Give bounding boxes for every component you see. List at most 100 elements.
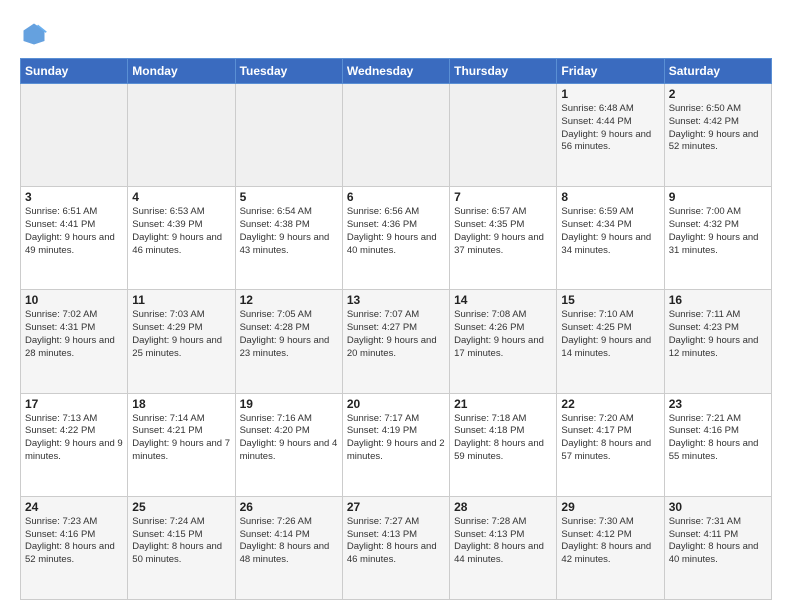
day-number: 27: [347, 500, 445, 514]
day-number: 15: [561, 293, 659, 307]
day-info: Sunrise: 7:11 AM Sunset: 4:23 PM Dayligh…: [669, 309, 767, 360]
header-sunday: Sunday: [21, 59, 128, 84]
calendar-cell: 3 Sunrise: 6:51 AM Sunset: 4:41 PM Daylig…: [21, 187, 128, 290]
logo: [20, 20, 52, 48]
day-number: 26: [240, 500, 338, 514]
week-row-0: 1 Sunrise: 6:48 AM Sunset: 4:44 PM Daylig…: [21, 84, 772, 187]
calendar-cell: 25 Sunrise: 7:24 AM Sunset: 4:15 PM Dayli…: [128, 496, 235, 599]
header-tuesday: Tuesday: [235, 59, 342, 84]
day-number: 17: [25, 397, 123, 411]
header-thursday: Thursday: [450, 59, 557, 84]
calendar-cell: 18 Sunrise: 7:14 AM Sunset: 4:21 PM Dayli…: [128, 393, 235, 496]
calendar-cell: 14 Sunrise: 7:08 AM Sunset: 4:26 PM Dayli…: [450, 290, 557, 393]
day-info: Sunrise: 7:23 AM Sunset: 4:16 PM Dayligh…: [25, 516, 123, 567]
day-number: 12: [240, 293, 338, 307]
calendar-cell: 30Sunrise: 7:31 AM Sunset: 4:11 PM Dayli…: [664, 496, 771, 599]
calendar-cell: 10Sunrise: 7:02 AM Sunset: 4:31 PM Dayli…: [21, 290, 128, 393]
calendar-cell: 20 Sunrise: 7:17 AM Sunset: 4:19 PM Dayli…: [342, 393, 449, 496]
day-number: 13: [347, 293, 445, 307]
day-info: Sunrise: 7:26 AM Sunset: 4:14 PM Dayligh…: [240, 516, 338, 567]
header-saturday: Saturday: [664, 59, 771, 84]
logo-icon: [20, 20, 48, 48]
calendar-cell: 22 Sunrise: 7:20 AM Sunset: 4:17 PM Dayli…: [557, 393, 664, 496]
day-number: 7: [454, 190, 552, 204]
day-info: Sunrise: 7:30 AM Sunset: 4:12 PM Dayligh…: [561, 516, 659, 567]
day-number: 20: [347, 397, 445, 411]
calendar-cell: [342, 84, 449, 187]
day-info: Sunrise: 6:56 AM Sunset: 4:36 PM Dayligh…: [347, 206, 445, 257]
day-info: Sunrise: 7:14 AM Sunset: 4:21 PM Dayligh…: [132, 413, 230, 464]
week-row-2: 10Sunrise: 7:02 AM Sunset: 4:31 PM Dayli…: [21, 290, 772, 393]
day-number: 30: [669, 500, 767, 514]
day-number: 5: [240, 190, 338, 204]
day-number: 24: [25, 500, 123, 514]
day-info: Sunrise: 7:00 AM Sunset: 4:32 PM Dayligh…: [669, 206, 767, 257]
day-info: Sunrise: 6:48 AM Sunset: 4:44 PM Dayligh…: [561, 103, 659, 154]
calendar-cell: 16 Sunrise: 7:11 AM Sunset: 4:23 PM Dayli…: [664, 290, 771, 393]
day-number: 28: [454, 500, 552, 514]
day-info: Sunrise: 6:53 AM Sunset: 4:39 PM Dayligh…: [132, 206, 230, 257]
day-info: Sunrise: 7:07 AM Sunset: 4:27 PM Dayligh…: [347, 309, 445, 360]
calendar-cell: 13 Sunrise: 7:07 AM Sunset: 4:27 PM Dayli…: [342, 290, 449, 393]
day-number: 29: [561, 500, 659, 514]
calendar-cell: 24 Sunrise: 7:23 AM Sunset: 4:16 PM Dayli…: [21, 496, 128, 599]
day-number: 21: [454, 397, 552, 411]
calendar-cell: 6 Sunrise: 6:56 AM Sunset: 4:36 PM Daylig…: [342, 187, 449, 290]
day-number: 11: [132, 293, 230, 307]
calendar-cell: 1 Sunrise: 6:48 AM Sunset: 4:44 PM Daylig…: [557, 84, 664, 187]
day-number: 6: [347, 190, 445, 204]
day-number: 25: [132, 500, 230, 514]
header-monday: Monday: [128, 59, 235, 84]
day-info: Sunrise: 7:24 AM Sunset: 4:15 PM Dayligh…: [132, 516, 230, 567]
calendar-cell: [450, 84, 557, 187]
day-number: 1: [561, 87, 659, 101]
calendar-cell: 11Sunrise: 7:03 AM Sunset: 4:29 PM Dayli…: [128, 290, 235, 393]
day-info: Sunrise: 7:02 AM Sunset: 4:31 PM Dayligh…: [25, 309, 123, 360]
day-number: 14: [454, 293, 552, 307]
calendar-cell: 23Sunrise: 7:21 AM Sunset: 4:16 PM Dayli…: [664, 393, 771, 496]
day-number: 3: [25, 190, 123, 204]
day-info: Sunrise: 7:20 AM Sunset: 4:17 PM Dayligh…: [561, 413, 659, 464]
day-number: 2: [669, 87, 767, 101]
calendar-cell: 19 Sunrise: 7:16 AM Sunset: 4:20 PM Dayli…: [235, 393, 342, 496]
day-number: 9: [669, 190, 767, 204]
calendar-cell: [128, 84, 235, 187]
week-row-3: 17Sunrise: 7:13 AM Sunset: 4:22 PM Dayli…: [21, 393, 772, 496]
calendar-cell: 8Sunrise: 6:59 AM Sunset: 4:34 PM Daylig…: [557, 187, 664, 290]
day-number: 4: [132, 190, 230, 204]
calendar-cell: 9 Sunrise: 7:00 AM Sunset: 4:32 PM Daylig…: [664, 187, 771, 290]
calendar-cell: [235, 84, 342, 187]
page: SundayMondayTuesdayWednesdayThursdayFrid…: [0, 0, 792, 612]
day-info: Sunrise: 7:05 AM Sunset: 4:28 PM Dayligh…: [240, 309, 338, 360]
day-number: 18: [132, 397, 230, 411]
day-number: 19: [240, 397, 338, 411]
calendar-cell: 29 Sunrise: 7:30 AM Sunset: 4:12 PM Dayli…: [557, 496, 664, 599]
week-row-1: 3 Sunrise: 6:51 AM Sunset: 4:41 PM Daylig…: [21, 187, 772, 290]
day-number: 16: [669, 293, 767, 307]
day-info: Sunrise: 6:54 AM Sunset: 4:38 PM Dayligh…: [240, 206, 338, 257]
calendar-cell: 5 Sunrise: 6:54 AM Sunset: 4:38 PM Daylig…: [235, 187, 342, 290]
header-wednesday: Wednesday: [342, 59, 449, 84]
day-info: Sunrise: 7:17 AM Sunset: 4:19 PM Dayligh…: [347, 413, 445, 464]
day-info: Sunrise: 6:51 AM Sunset: 4:41 PM Dayligh…: [25, 206, 123, 257]
calendar-body: 1 Sunrise: 6:48 AM Sunset: 4:44 PM Daylig…: [21, 84, 772, 600]
day-info: Sunrise: 6:57 AM Sunset: 4:35 PM Dayligh…: [454, 206, 552, 257]
calendar-cell: 26 Sunrise: 7:26 AM Sunset: 4:14 PM Dayli…: [235, 496, 342, 599]
week-row-4: 24 Sunrise: 7:23 AM Sunset: 4:16 PM Dayli…: [21, 496, 772, 599]
calendar-table: SundayMondayTuesdayWednesdayThursdayFrid…: [20, 58, 772, 600]
day-info: Sunrise: 7:16 AM Sunset: 4:20 PM Dayligh…: [240, 413, 338, 464]
day-info: Sunrise: 7:27 AM Sunset: 4:13 PM Dayligh…: [347, 516, 445, 567]
day-info: Sunrise: 7:21 AM Sunset: 4:16 PM Dayligh…: [669, 413, 767, 464]
calendar-cell: 21 Sunrise: 7:18 AM Sunset: 4:18 PM Dayli…: [450, 393, 557, 496]
day-info: Sunrise: 7:18 AM Sunset: 4:18 PM Dayligh…: [454, 413, 552, 464]
calendar-cell: 27 Sunrise: 7:27 AM Sunset: 4:13 PM Dayli…: [342, 496, 449, 599]
calendar-cell: 12 Sunrise: 7:05 AM Sunset: 4:28 PM Dayli…: [235, 290, 342, 393]
header-friday: Friday: [557, 59, 664, 84]
day-info: Sunrise: 7:08 AM Sunset: 4:26 PM Dayligh…: [454, 309, 552, 360]
calendar-cell: 7 Sunrise: 6:57 AM Sunset: 4:35 PM Daylig…: [450, 187, 557, 290]
day-info: Sunrise: 6:59 AM Sunset: 4:34 PM Dayligh…: [561, 206, 659, 257]
day-info: Sunrise: 7:28 AM Sunset: 4:13 PM Dayligh…: [454, 516, 552, 567]
calendar-cell: 4 Sunrise: 6:53 AM Sunset: 4:39 PM Daylig…: [128, 187, 235, 290]
day-number: 22: [561, 397, 659, 411]
day-info: Sunrise: 6:50 AM Sunset: 4:42 PM Dayligh…: [669, 103, 767, 154]
